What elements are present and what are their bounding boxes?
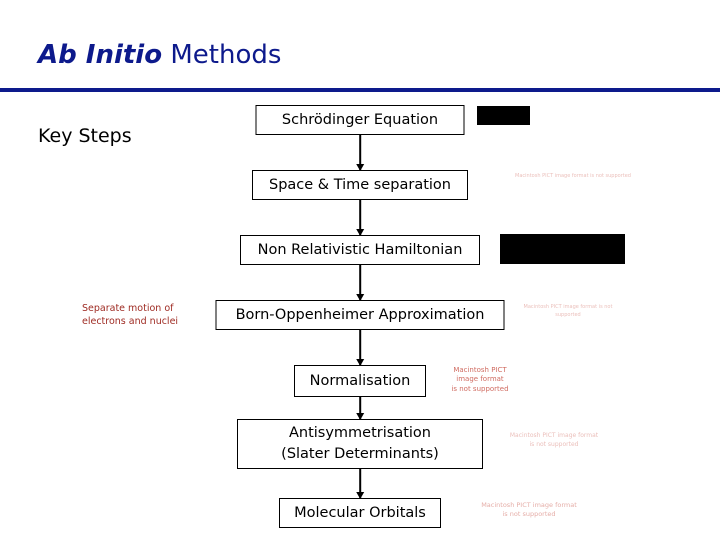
flow-node-molecular-orbitals[interactable]: Molecular Orbitals <box>279 498 441 528</box>
flow-node-born-oppenheimer[interactable]: Born-Oppenheimer Approximation <box>215 300 505 330</box>
flow-node-label: Space & Time separation <box>269 176 451 193</box>
flow-node-antisymmetrisation[interactable]: Antisymmetrisation (Slater Determinants) <box>237 419 483 469</box>
flow-node-label: Molecular Orbitals <box>294 504 426 521</box>
flow-node-space-time[interactable]: Space & Time separation <box>252 170 468 200</box>
flow-edge-hamiltonian-to-born-oppenheimer <box>359 265 361 300</box>
flow-node-label: Born-Oppenheimer Approximation <box>235 306 485 323</box>
flow-node-non-relativistic-hamiltonian[interactable]: Non Relativistic Hamiltonian <box>240 235 480 265</box>
annotation-separate-motion: Separate motion of electrons and nuclei <box>82 303 179 328</box>
flow-node-label: Schrödinger Equation <box>281 111 439 128</box>
flow-edge-normalisation-to-antisymmetrisation <box>359 397 361 419</box>
flow-node-label: Normalisation <box>309 372 411 389</box>
flow-edge-space-time-to-hamiltonian <box>359 200 361 235</box>
flow-edge-antisymmetrisation-to-molecular-orbitals <box>359 469 361 498</box>
flow-edge-born-oppenheimer-to-normalisation <box>359 330 361 365</box>
redaction-block-schrodinger <box>477 106 530 125</box>
flow-node-normalisation[interactable]: Normalisation <box>294 365 426 397</box>
flow-node-schrodinger[interactable]: Schrödinger Equation <box>255 105 465 135</box>
flow-edge-schrodinger-to-space-time <box>359 135 361 170</box>
flow-node-label: Antisymmetrisation (Slater Determinants) <box>281 425 439 462</box>
flow-node-label: Non Relativistic Hamiltonian <box>257 241 463 258</box>
redaction-block-hamiltonian <box>500 234 625 264</box>
flowchart: Schrödinger Equation Space & Time separa… <box>0 0 720 540</box>
